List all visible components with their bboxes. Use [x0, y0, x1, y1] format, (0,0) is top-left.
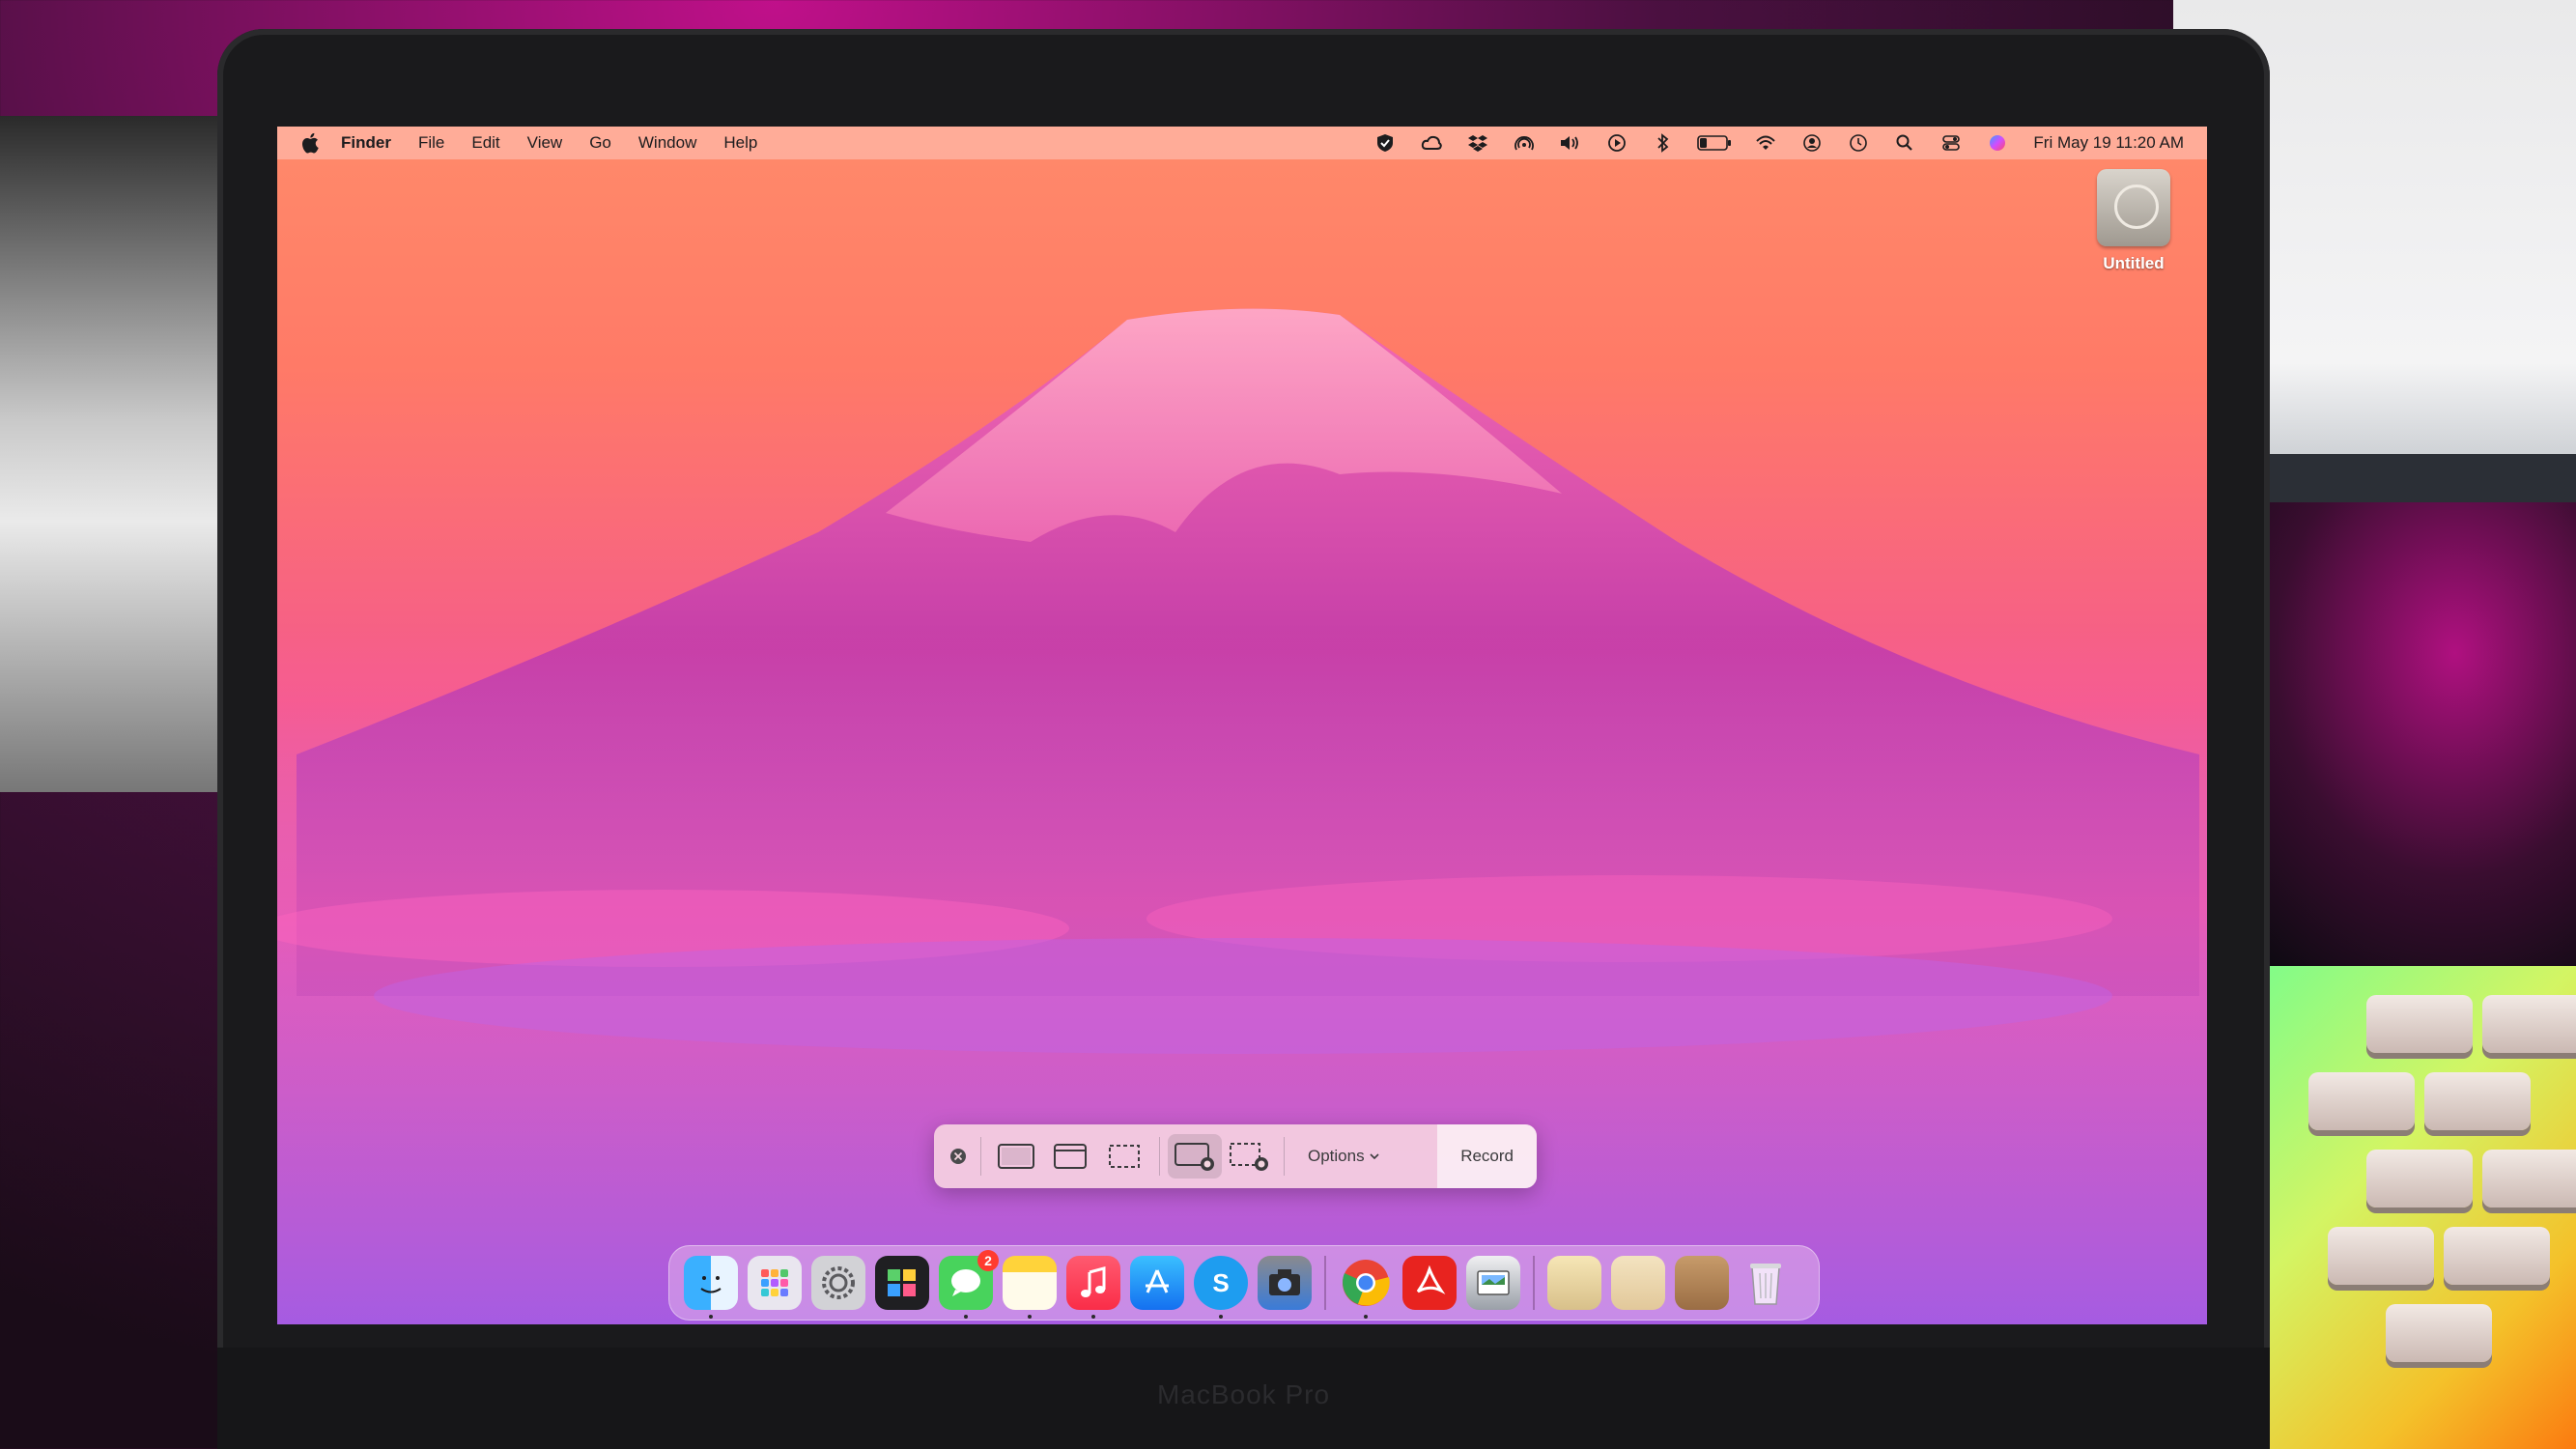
- menu-view[interactable]: View: [527, 133, 563, 153]
- record-selection-icon: [1230, 1143, 1268, 1171]
- menu-go[interactable]: Go: [589, 133, 611, 153]
- desktop-disk-label: Untitled: [2103, 254, 2165, 272]
- skype-icon[interactable]: S: [1194, 1256, 1248, 1319]
- menu-edit[interactable]: Edit: [471, 133, 499, 153]
- toolbar-separator: [980, 1137, 981, 1176]
- options-dropdown[interactable]: Options: [1292, 1134, 1396, 1179]
- toolbar-separator: [1284, 1137, 1285, 1176]
- app-store-icon[interactable]: [1130, 1256, 1184, 1310]
- creative-cloud-icon[interactable]: [1417, 128, 1446, 157]
- toolbar-separator: [1159, 1137, 1160, 1176]
- siri-icon[interactable]: [1983, 128, 2012, 157]
- rgb-keyboard: [2250, 966, 2576, 1449]
- record-screen-icon: [1175, 1143, 1214, 1171]
- keyboard-key: [2386, 1304, 2492, 1362]
- play-icon[interactable]: [1602, 128, 1631, 157]
- menu-window[interactable]: Window: [638, 133, 696, 153]
- control-center-icon[interactable]: [1937, 128, 1966, 157]
- notes-icon[interactable]: [1003, 1256, 1057, 1319]
- screenshot-toolbar: Options Record: [934, 1124, 1537, 1188]
- launchpad-icon[interactable]: [748, 1256, 802, 1310]
- running-indicator: [1028, 1315, 1032, 1319]
- running-indicator: [1364, 1315, 1368, 1319]
- menu-file[interactable]: File: [418, 133, 444, 153]
- menu-clock[interactable]: Fri May 19 11:20 AM: [2033, 133, 2184, 153]
- laptop-chin: MacBook Pro: [217, 1348, 2270, 1449]
- dock: 2 S: [668, 1245, 1820, 1321]
- record-button[interactable]: Record: [1437, 1124, 1537, 1188]
- mission-control-icon[interactable]: [875, 1256, 929, 1310]
- shield-check-icon[interactable]: [1371, 128, 1400, 157]
- close-toolbar-button[interactable]: [944, 1134, 973, 1179]
- system-settings-icon[interactable]: [811, 1256, 865, 1310]
- downloads-stack-icon[interactable]: [1611, 1256, 1665, 1310]
- spotlight-search-icon[interactable]: [1890, 128, 1919, 157]
- dock-separator: [1533, 1256, 1535, 1310]
- running-indicator: [1219, 1315, 1223, 1319]
- finder-icon[interactable]: [684, 1256, 738, 1319]
- messages-badge: 2: [977, 1250, 999, 1271]
- close-icon: [950, 1149, 966, 1164]
- airdrop-icon[interactable]: [1510, 128, 1539, 157]
- menu-finder[interactable]: Finder: [341, 133, 391, 153]
- dropbox-icon[interactable]: [1463, 128, 1492, 157]
- desktop-disk[interactable]: Untitled: [2076, 169, 2192, 273]
- screenshot-app-icon[interactable]: [1258, 1256, 1312, 1310]
- chrome-icon[interactable]: [1339, 1256, 1393, 1319]
- user-icon[interactable]: [1798, 128, 1826, 157]
- entire-screen-icon: [998, 1144, 1034, 1169]
- menu-help[interactable]: Help: [723, 133, 757, 153]
- keyboard-key: [2308, 1072, 2415, 1130]
- mac-screen: Finder File Edit View Go Window Help Fri…: [277, 127, 2207, 1324]
- record-entire-screen-button[interactable]: [1168, 1134, 1222, 1179]
- keyboard-key: [2444, 1227, 2550, 1285]
- options-label: Options: [1308, 1147, 1365, 1165]
- selection-icon: [1109, 1145, 1140, 1168]
- record-selection-button[interactable]: [1222, 1134, 1276, 1179]
- trash-icon[interactable]: [1739, 1256, 1793, 1310]
- music-icon[interactable]: [1066, 1256, 1120, 1319]
- keyboard-key: [2366, 995, 2473, 1053]
- record-label: Record: [1460, 1147, 1514, 1165]
- hard-drive-icon[interactable]: [2097, 169, 2170, 246]
- skype-letter: S: [1212, 1267, 1230, 1297]
- background-box-left: [0, 116, 232, 792]
- keyboard-key: [2366, 1150, 2473, 1208]
- capture-entire-screen-button[interactable]: [989, 1134, 1043, 1179]
- bluetooth-icon[interactable]: [1649, 128, 1678, 157]
- menu-bar: Finder File Edit View Go Window Help Fri…: [277, 127, 2207, 159]
- window-icon: [1054, 1144, 1087, 1169]
- keyboard-key: [2424, 1072, 2531, 1130]
- keyboard-key: [2482, 1150, 2576, 1208]
- running-indicator: [964, 1315, 968, 1319]
- chevron-down-icon: [1370, 1153, 1379, 1160]
- capture-window-button[interactable]: [1043, 1134, 1097, 1179]
- time-machine-icon[interactable]: [1844, 128, 1873, 157]
- dock-separator: [1324, 1256, 1326, 1310]
- acrobat-icon[interactable]: [1402, 1256, 1457, 1310]
- keyboard-key: [2482, 995, 2576, 1053]
- running-indicator: [709, 1315, 713, 1319]
- apple-icon[interactable]: [298, 130, 324, 156]
- keyboard-key: [2328, 1227, 2434, 1285]
- documents-folder-icon[interactable]: [1547, 1256, 1601, 1310]
- wifi-icon[interactable]: [1751, 128, 1780, 157]
- laptop-brand: MacBook Pro: [1156, 1379, 1331, 1409]
- capture-selection-button[interactable]: [1097, 1134, 1151, 1179]
- running-indicator: [1091, 1315, 1095, 1319]
- volume-icon[interactable]: [1556, 128, 1585, 157]
- battery-icon[interactable]: [1695, 128, 1734, 157]
- preview-icon[interactable]: [1466, 1256, 1520, 1310]
- messages-icon[interactable]: 2: [939, 1250, 999, 1319]
- folder-stack-icon[interactable]: [1675, 1256, 1729, 1310]
